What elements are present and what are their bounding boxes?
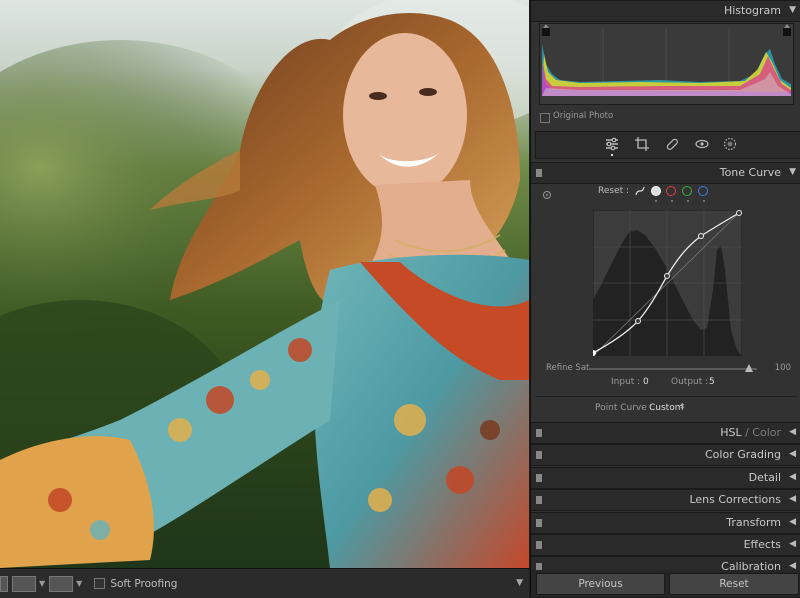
channel-dot	[687, 200, 689, 202]
expand-triangle-icon[interactable]: ◀	[789, 539, 796, 549]
point-curve-label: Point Curve :	[595, 403, 653, 413]
chevron-down-icon[interactable]: ▼	[39, 579, 45, 588]
expand-triangle-icon[interactable]: ◀	[789, 449, 796, 459]
output-value: 5	[709, 377, 715, 387]
expand-triangle-icon[interactable]: ◀	[789, 517, 796, 527]
shadow-clipping-icon	[543, 24, 549, 28]
soft-proofing-checkbox[interactable]	[94, 578, 106, 589]
before-after-icon[interactable]	[49, 575, 74, 592]
input-value: 0	[643, 377, 649, 387]
previous-button[interactable]: Previous	[536, 573, 665, 595]
tone-curve-title: Tone Curve	[719, 166, 781, 179]
effects-title: Effects	[743, 538, 781, 551]
panel-header-lens-corrections[interactable]: Lens Corrections ◀	[531, 489, 800, 511]
loupe-view-icon[interactable]	[0, 575, 8, 592]
active-tool-indicator	[611, 154, 613, 156]
highlight-clipping-icon	[784, 24, 790, 28]
photo-image	[0, 0, 529, 568]
output-label: Output :	[671, 377, 709, 387]
tone-curve-header[interactable]: Tone Curve ▼	[531, 162, 800, 184]
highlight-clipping-indicator	[783, 28, 791, 36]
crop-icon[interactable]	[634, 136, 650, 152]
color-grading-title: Color Grading	[705, 448, 781, 461]
shadow-clipping-indicator	[542, 28, 550, 36]
panel-toggle-icon[interactable]	[536, 496, 542, 504]
red-channel-icon[interactable]	[666, 186, 676, 196]
original-photo-label: Original Photo	[553, 111, 614, 121]
healing-brush-icon[interactable]	[664, 136, 680, 152]
transform-title: Transform	[726, 516, 781, 529]
collapse-triangle-icon[interactable]: ▼	[789, 167, 796, 177]
soft-proofing-label: Soft Proofing	[110, 577, 178, 590]
divider	[535, 396, 797, 397]
tone-curve-graph[interactable]	[593, 210, 742, 356]
refine-saturation-label: Refine Sat.	[546, 363, 593, 373]
panel-header-effects[interactable]: Effects ◀	[531, 534, 800, 556]
edit-sliders-icon[interactable]	[604, 136, 620, 152]
refine-saturation-value[interactable]: 100	[775, 363, 791, 373]
refine-saturation-thumb[interactable]	[744, 364, 753, 372]
masking-icon[interactable]	[722, 136, 738, 152]
histogram-graph	[539, 23, 794, 105]
reset-button[interactable]: Reset	[669, 573, 799, 595]
chevron-down-icon[interactable]: ▼	[76, 579, 82, 588]
up-down-arrow-icon[interactable]: ⬍	[679, 402, 686, 411]
panel-toggle-icon[interactable]	[536, 169, 542, 177]
compare-view-icon[interactable]	[12, 575, 36, 592]
expand-triangle-icon[interactable]: ◀	[789, 472, 796, 482]
expand-triangle-icon[interactable]: ◀	[789, 494, 796, 504]
reset-label[interactable]: Reset :	[598, 186, 629, 196]
histogram-title: Histogram	[723, 4, 781, 17]
targeted-adjustment-icon[interactable]	[542, 190, 552, 200]
parametric-curve-icon[interactable]	[635, 186, 645, 196]
original-photo-checkbox[interactable]	[540, 113, 550, 123]
panel-toggle-icon[interactable]	[536, 429, 542, 437]
panel-header-color-grading[interactable]: Color Grading ◀	[531, 444, 800, 466]
panel-header-transform[interactable]: Transform ◀	[531, 512, 800, 534]
panel-header-detail[interactable]: Detail ◀	[531, 467, 800, 489]
panel-toggle-icon[interactable]	[536, 541, 542, 549]
tool-strip	[535, 131, 800, 159]
toolbar-menu-icon[interactable]: ▼	[516, 578, 523, 588]
panel-header-hsl[interactable]: HSL / Color ◀	[531, 422, 800, 444]
channel-dot	[671, 200, 673, 202]
channel-dot	[703, 200, 705, 202]
panel-toggle-icon[interactable]	[536, 451, 542, 459]
expand-triangle-icon[interactable]: ◀	[789, 427, 796, 437]
lens-corrections-title: Lens Corrections	[689, 493, 781, 506]
color-title: / Color	[741, 426, 781, 439]
input-label: Input :	[611, 377, 641, 387]
bottom-toolbar: ▼ ▼ Soft Proofing ▼	[0, 568, 529, 598]
histogram-header[interactable]: Histogram ▼	[531, 0, 800, 22]
rgb-channel-icon[interactable]	[651, 186, 661, 196]
red-eye-icon[interactable]	[694, 136, 710, 152]
collapse-triangle-icon[interactable]: ▼	[789, 5, 796, 15]
panel-toggle-icon[interactable]	[536, 519, 542, 527]
refine-saturation-slider[interactable]	[589, 368, 757, 370]
develop-panel: Histogram ▼ Original Photo Tone Curve ▼ …	[530, 0, 800, 597]
photo-canvas[interactable]	[0, 0, 529, 568]
channel-dot	[655, 200, 657, 202]
blue-channel-icon[interactable]	[698, 186, 708, 196]
green-channel-icon[interactable]	[682, 186, 692, 196]
detail-title: Detail	[748, 471, 781, 484]
panel-toggle-icon[interactable]	[536, 474, 542, 482]
hsl-title: HSL	[720, 426, 742, 439]
